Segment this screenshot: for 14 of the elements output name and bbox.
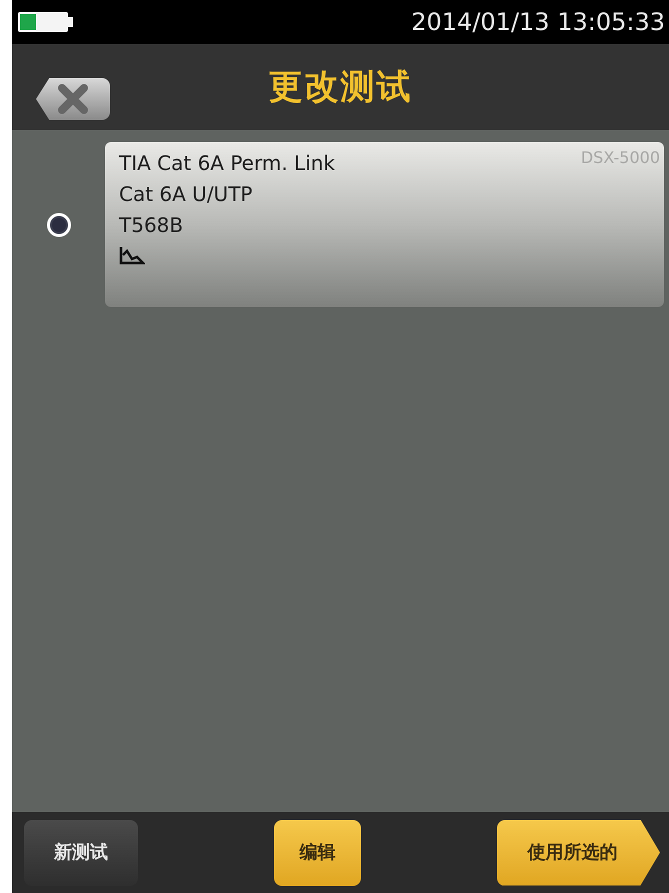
model-label: DSX-5000 (580, 147, 660, 169)
use-selected-button[interactable]: 使用所选的 (497, 820, 660, 886)
test-card[interactable]: TIA Cat 6A Perm. Link Cat 6A U/UTP T568B DSX-5000 (105, 142, 664, 307)
screen-title: 更改测试 (268, 66, 412, 108)
test-detail: TIA Cat 6A Perm. Link (119, 150, 336, 177)
test-detail: T568B (119, 212, 184, 239)
radio-button[interactable] (46, 212, 70, 236)
close-icon (56, 84, 90, 114)
test-detail: Cat 6A U/UTP (119, 181, 252, 208)
date-time: 2014/01/13 13:05:33 (411, 7, 665, 38)
edit-button[interactable]: 编辑 (274, 820, 361, 886)
new-test-button[interactable]: 新测试 (24, 820, 138, 886)
battery-icon (17, 11, 75, 33)
close-button[interactable] (36, 78, 110, 120)
